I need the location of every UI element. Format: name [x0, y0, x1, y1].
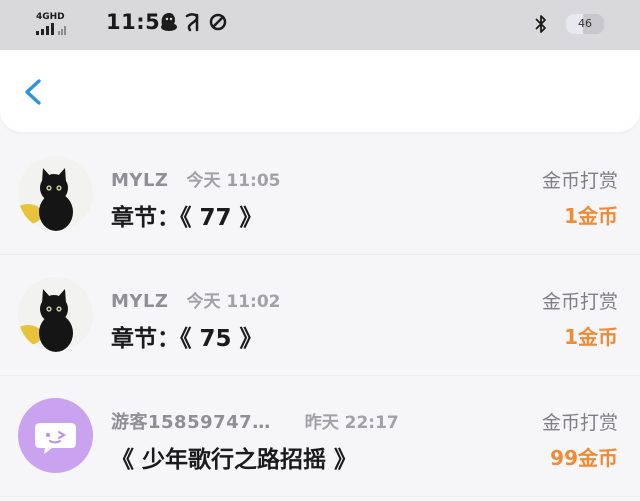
- black-cat-avatar-icon: [18, 277, 93, 352]
- avatar[interactable]: [18, 156, 93, 231]
- sync-icon: [209, 13, 227, 31]
- black-cat-avatar-icon: [18, 156, 93, 231]
- list-item[interactable]: MYLZ 今天 11:02 章节：《 75 》 金币打赏 1金币: [0, 255, 640, 376]
- tip-time: 今天 11:02: [186, 292, 281, 312]
- tip-amount: 99金币: [550, 446, 618, 470]
- tip-amount: 1金币: [564, 325, 618, 349]
- user-name: MYLZ: [111, 170, 169, 191]
- tip-type-label: 金币打赏: [541, 170, 618, 192]
- avatar[interactable]: [18, 398, 93, 473]
- tip-record-list: MYLZ 今天 11:05 章节：《 77 》 金币打赏 1金币 MYLZ 今天…: [0, 134, 640, 497]
- book-title: 《 少年歌行之路招摇 》: [111, 447, 358, 473]
- status-bar: 4GHD 11:56 46: [0, 0, 640, 50]
- tip-type-label: 金币打赏: [541, 291, 618, 313]
- list-item[interactable]: MYLZ 今天 11:05 章节：《 77 》 金币打赏 1金币: [0, 134, 640, 255]
- battery-level: 46: [578, 17, 592, 30]
- qq-icon: [161, 13, 177, 31]
- chevron-left-icon: [25, 79, 41, 105]
- bluetooth-icon: [535, 15, 546, 33]
- chapter-title: 章节：《 77 》: [111, 205, 263, 231]
- user-line: MYLZ 今天 11:02: [111, 287, 281, 312]
- battery-icon: 46: [566, 14, 604, 34]
- user-line: 游客15859747… 昨天 22:17: [111, 408, 399, 434]
- tip-time: 昨天 22:17: [304, 413, 399, 433]
- back-button[interactable]: [14, 72, 54, 112]
- tip-type-label: 金币打赏: [541, 412, 618, 434]
- user-line: MYLZ 今天 11:05: [111, 166, 281, 191]
- network-indicator: 4GHD: [36, 12, 65, 22]
- user-name: 游客15859747…: [111, 412, 271, 433]
- tip-time: 今天 11:05: [186, 171, 281, 191]
- chat-bubble-avatar-icon: [18, 398, 93, 473]
- list-item[interactable]: 游客15859747… 昨天 22:17 《 少年歌行之路招摇 》 金币打赏 9…: [0, 376, 640, 497]
- signal-bars-icon: [36, 23, 66, 35]
- user-name: MYLZ: [111, 291, 169, 312]
- nav-bar: [0, 50, 640, 132]
- telecom-icon: [185, 13, 199, 32]
- chapter-title: 章节：《 75 》: [111, 326, 263, 352]
- tip-amount: 1金币: [564, 204, 618, 228]
- avatar[interactable]: [18, 277, 93, 352]
